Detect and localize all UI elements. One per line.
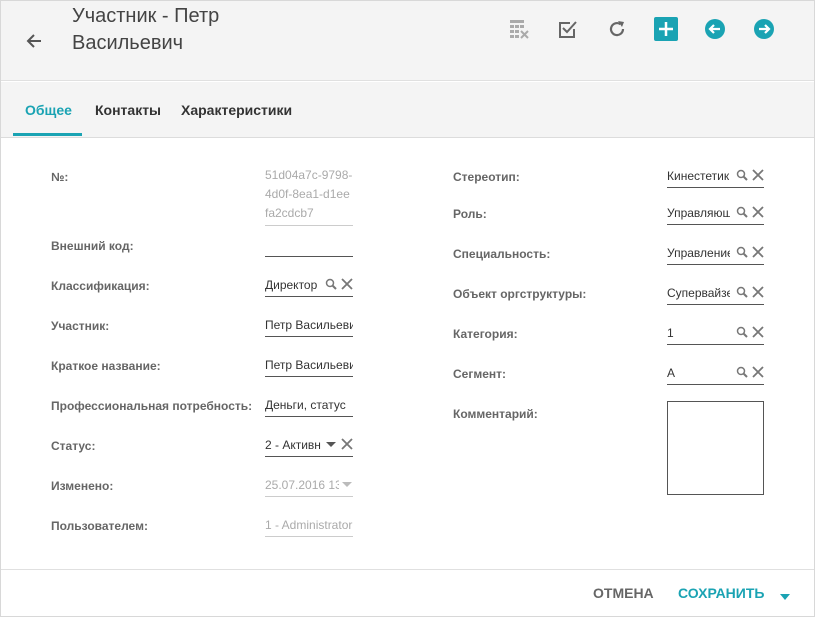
- stereotype-label: Стереотип:: [453, 170, 520, 184]
- search-icon[interactable]: [736, 205, 748, 219]
- arrow-circle-right-icon: [754, 19, 774, 39]
- footer: ОТМЕНА СОХРАНИТЬ: [1, 569, 814, 616]
- org-object-label: Объект оргструктуры:: [453, 287, 587, 301]
- role-field[interactable]: Управляющ: [667, 203, 764, 225]
- number-label: №:: [51, 170, 69, 184]
- short-name-label: Краткое название:: [51, 359, 161, 373]
- org-object-field[interactable]: Супервайзе: [667, 283, 764, 305]
- save-button[interactable]: СОХРАНИТЬ: [678, 585, 764, 601]
- page-title: Участник - Петр Васильевич: [72, 5, 220, 54]
- back-button[interactable]: [21, 27, 49, 55]
- refresh-icon: [609, 21, 625, 37]
- plus-icon: [654, 17, 678, 41]
- cancel-button[interactable]: ОТМЕНА: [593, 585, 654, 601]
- short-name-field[interactable]: Петр Васильеви: [265, 355, 353, 377]
- status-label: Статус:: [51, 439, 96, 453]
- close-icon[interactable]: [752, 245, 764, 259]
- comment-label: Комментарий:: [453, 407, 538, 421]
- classification-field[interactable]: Директор: [265, 275, 353, 297]
- user-label: Пользователем:: [51, 519, 148, 533]
- save-options-button[interactable]: [779, 589, 791, 600]
- comment-textarea[interactable]: [667, 401, 764, 495]
- status-select[interactable]: 2 - Активн: [265, 435, 353, 457]
- specialty-field[interactable]: Управление: [667, 243, 764, 265]
- search-icon[interactable]: [736, 245, 748, 259]
- professional-need-field[interactable]: Деньги, статус: [265, 395, 353, 417]
- grid-clear-button[interactable]: [507, 17, 531, 41]
- header: Участник - Петр Васильевич: [1, 1, 814, 81]
- specialty-label: Специальность:: [453, 247, 551, 261]
- active-tab-indicator: [13, 133, 82, 136]
- number-value: 51d04a7c-9798-4d0f-8ea1-d1eefa2cdcb7: [265, 166, 353, 226]
- classification-label: Классификация:: [51, 279, 150, 293]
- close-icon[interactable]: [341, 437, 353, 451]
- chevron-down-icon: [780, 594, 790, 600]
- previous-button[interactable]: [703, 17, 727, 41]
- tab-general[interactable]: Общее: [25, 102, 72, 118]
- close-icon[interactable]: [752, 365, 764, 379]
- refresh-button[interactable]: [605, 17, 629, 41]
- chevron-down-icon[interactable]: [325, 437, 337, 451]
- professional-need-label: Профессиональная потребность:: [51, 399, 253, 413]
- user-field: 1 - Administrator: [265, 515, 353, 537]
- checkbox-icon: [559, 21, 577, 38]
- close-icon[interactable]: [752, 168, 764, 182]
- search-icon[interactable]: [736, 325, 748, 339]
- participant-field[interactable]: Петр Васильеви: [265, 315, 353, 337]
- stereotype-field[interactable]: Кинестетик: [667, 166, 764, 188]
- participant-label: Участник:: [51, 319, 110, 333]
- search-icon[interactable]: [736, 285, 748, 299]
- close-icon[interactable]: [341, 277, 353, 291]
- category-field[interactable]: 1: [667, 323, 764, 345]
- tab-contacts[interactable]: Контакты: [95, 102, 161, 118]
- role-label: Роль:: [453, 207, 487, 221]
- check-button[interactable]: [556, 17, 580, 41]
- category-label: Категория:: [453, 327, 518, 341]
- search-icon[interactable]: [325, 277, 337, 291]
- close-icon[interactable]: [752, 205, 764, 219]
- external-code-label: Внешний код:: [51, 239, 134, 253]
- close-icon[interactable]: [752, 325, 764, 339]
- add-button[interactable]: [654, 17, 678, 41]
- grid-clear-icon: [510, 20, 529, 39]
- changed-label: Изменено:: [51, 479, 114, 493]
- tab-characteristics[interactable]: Характеристики: [181, 102, 292, 118]
- chevron-down-icon: [341, 477, 353, 491]
- segment-field[interactable]: А: [667, 363, 764, 385]
- tab-bar: Общее Контакты Характеристики: [1, 82, 814, 138]
- search-icon[interactable]: [736, 168, 748, 182]
- changed-field: 25.07.2016 13: [265, 475, 353, 497]
- segment-label: Сегмент:: [453, 367, 507, 381]
- arrow-left-icon: [26, 34, 41, 48]
- search-icon[interactable]: [736, 365, 748, 379]
- next-button[interactable]: [752, 17, 776, 41]
- external-code-field[interactable]: [265, 235, 353, 257]
- close-icon[interactable]: [752, 285, 764, 299]
- arrow-circle-left-icon: [705, 19, 725, 39]
